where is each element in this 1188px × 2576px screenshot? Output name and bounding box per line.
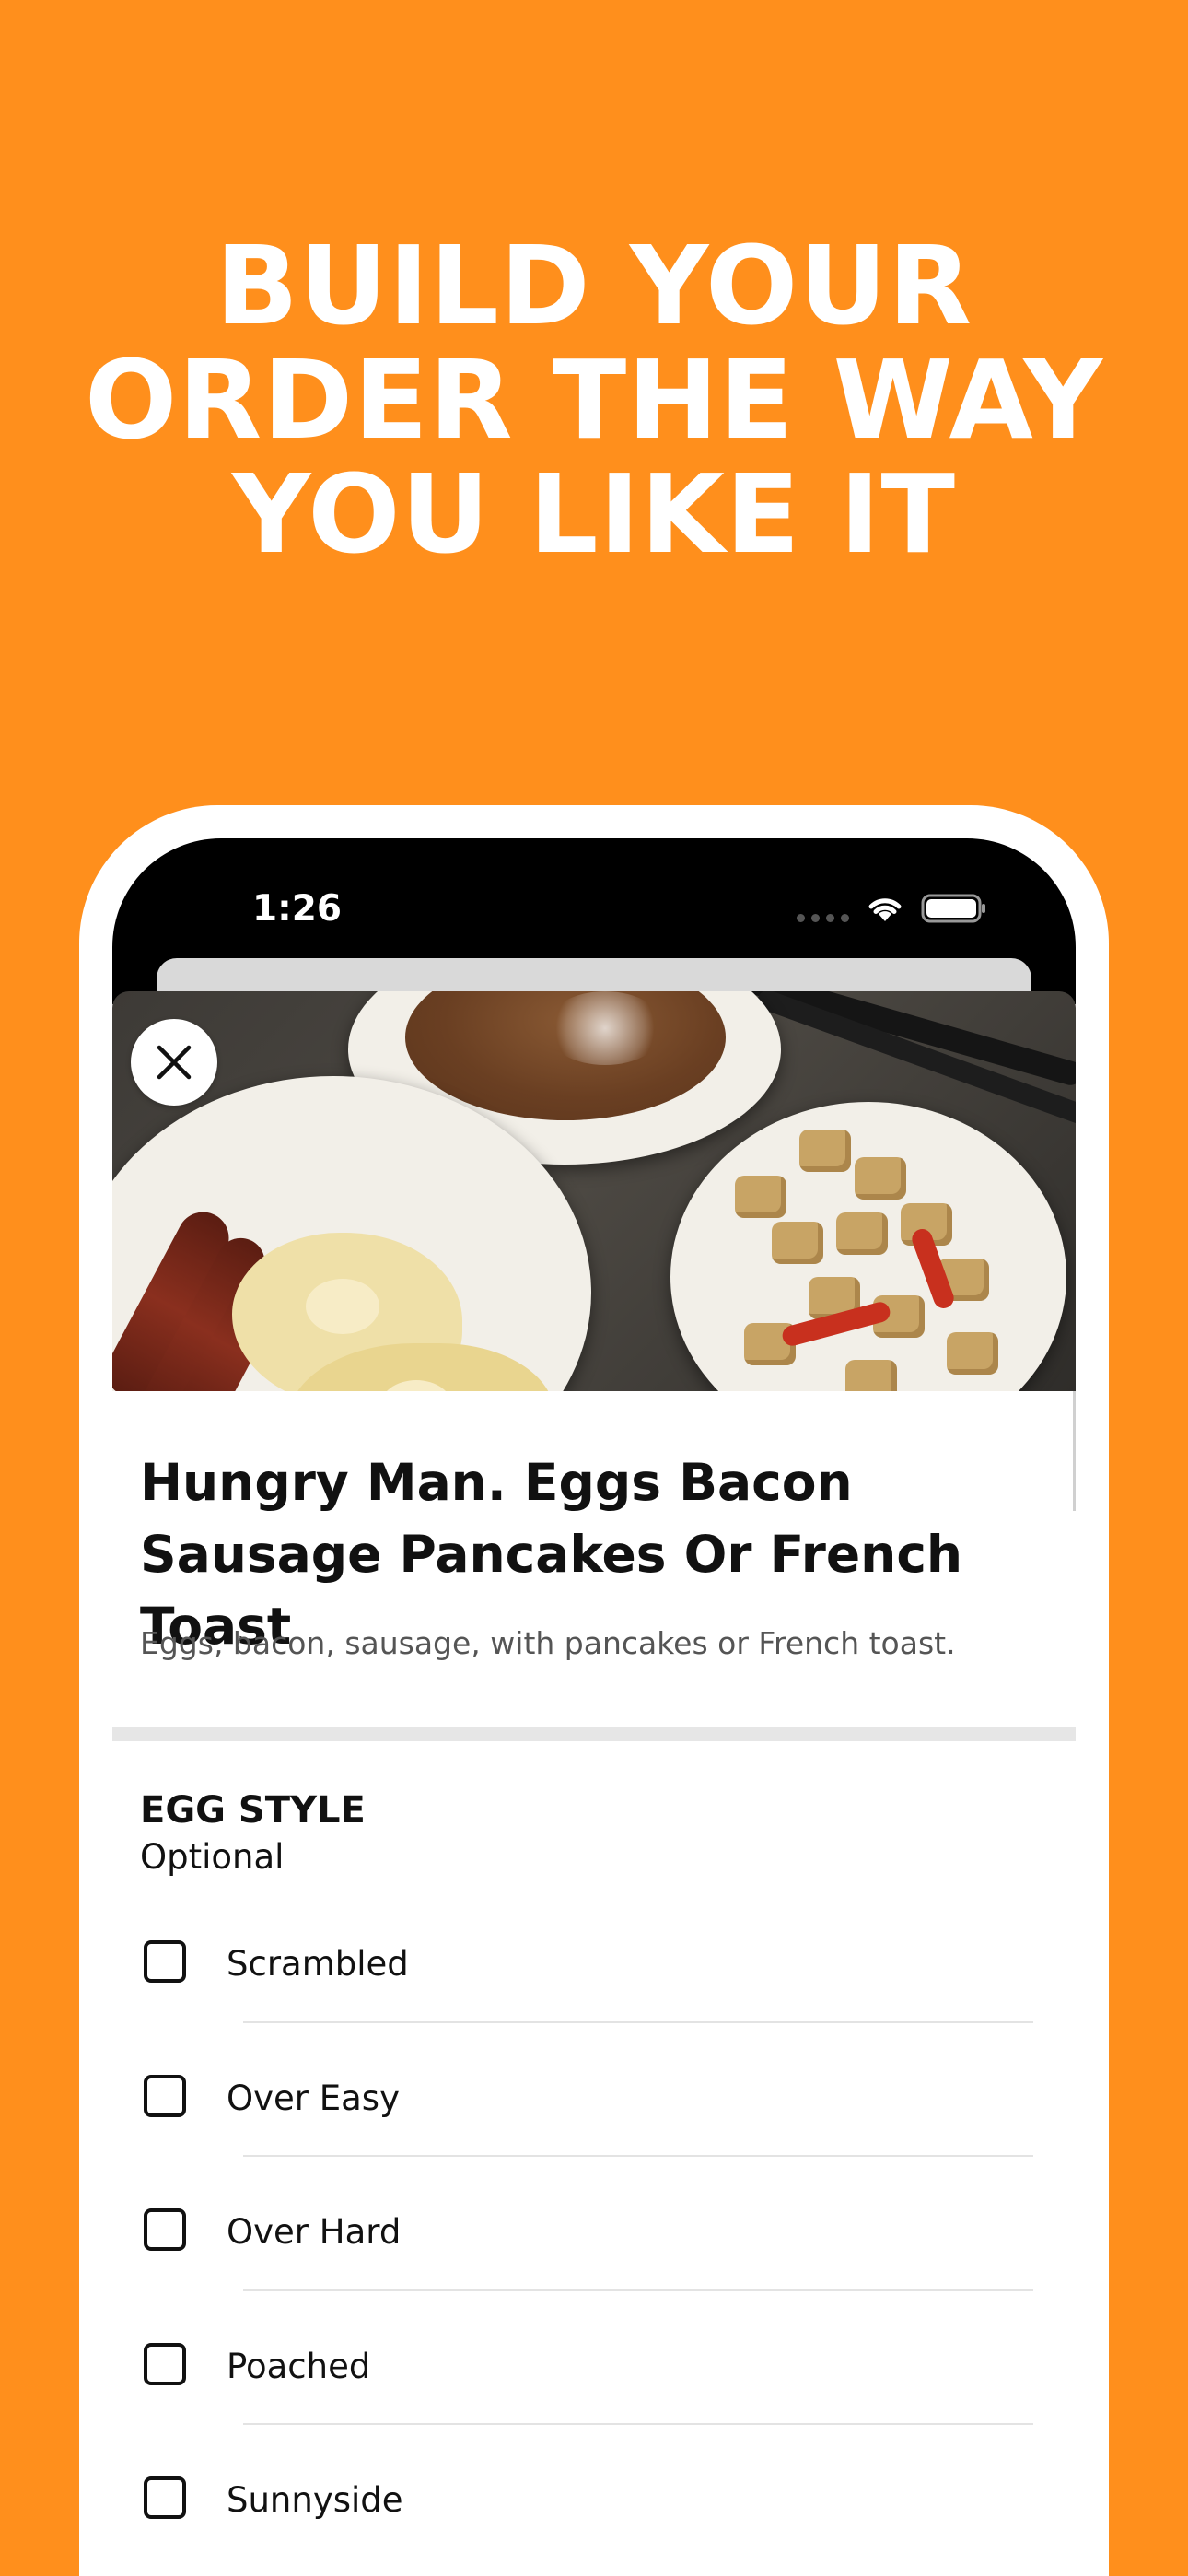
- status-icons: [797, 890, 987, 927]
- option-label: Poached: [227, 2346, 371, 2386]
- option-label: Sunnyside: [227, 2480, 403, 2520]
- egg-style-options: Scrambled Over Easy Over Hard Poached Su…: [112, 1889, 1076, 2559]
- headline-line-2: ORDER THE WAY: [85, 336, 1103, 463]
- cellular-signal-icon: [797, 895, 849, 922]
- item-description: Eggs, bacon, sausage, with pancakes or F…: [140, 1625, 956, 1661]
- status-time: 1:26: [252, 888, 343, 930]
- item-photo: [112, 991, 1076, 1391]
- option-label: Over Hard: [227, 2212, 402, 2252]
- option-sunnyside[interactable]: Sunnyside: [112, 2425, 1076, 2559]
- checkbox-icon[interactable]: [144, 2208, 186, 2251]
- promo-page: BUILD YOUR ORDER THE WAY YOU LIKE IT 1:2…: [0, 0, 1188, 2576]
- section-divider: [112, 1727, 1076, 1741]
- phone-screen: 1:26 Hungry Man. Eggs Bacon Sausage Panc…: [112, 838, 1076, 2576]
- headline-line-1: BUILD YOUR: [215, 222, 973, 349]
- promo-headline: BUILD YOUR ORDER THE WAY YOU LIKE IT: [0, 228, 1188, 571]
- headline-line-3: YOU LIKE IT: [231, 451, 957, 578]
- status-bar: 1:26: [112, 838, 1076, 1013]
- wifi-icon: [868, 898, 902, 921]
- option-label: Over Easy: [227, 2078, 400, 2118]
- close-button[interactable]: [131, 1019, 217, 1106]
- option-over-easy[interactable]: Over Easy: [112, 2023, 1076, 2157]
- phone-frame: 1:26 Hungry Man. Eggs Bacon Sausage Panc…: [79, 805, 1109, 2576]
- checkbox-icon[interactable]: [144, 2074, 186, 2117]
- powdered-sugar-graphic: [545, 991, 665, 1065]
- scroll-indicator: [1073, 1391, 1076, 1511]
- close-icon: [157, 1045, 192, 1080]
- checkbox-icon[interactable]: [144, 1940, 186, 1983]
- option-group-subtitle: Optional: [140, 1837, 285, 1877]
- checkbox-icon[interactable]: [144, 2476, 186, 2519]
- option-label: Scrambled: [227, 1944, 409, 1984]
- battery-icon: [921, 894, 985, 923]
- option-group-title: EGG STYLE: [140, 1789, 366, 1832]
- option-scrambled[interactable]: Scrambled: [112, 1889, 1076, 2023]
- potatoes-plate: [670, 1102, 1066, 1391]
- option-over-hard[interactable]: Over Hard: [112, 2157, 1076, 2291]
- option-poached[interactable]: Poached: [112, 2291, 1076, 2425]
- checkbox-icon[interactable]: [144, 2342, 186, 2385]
